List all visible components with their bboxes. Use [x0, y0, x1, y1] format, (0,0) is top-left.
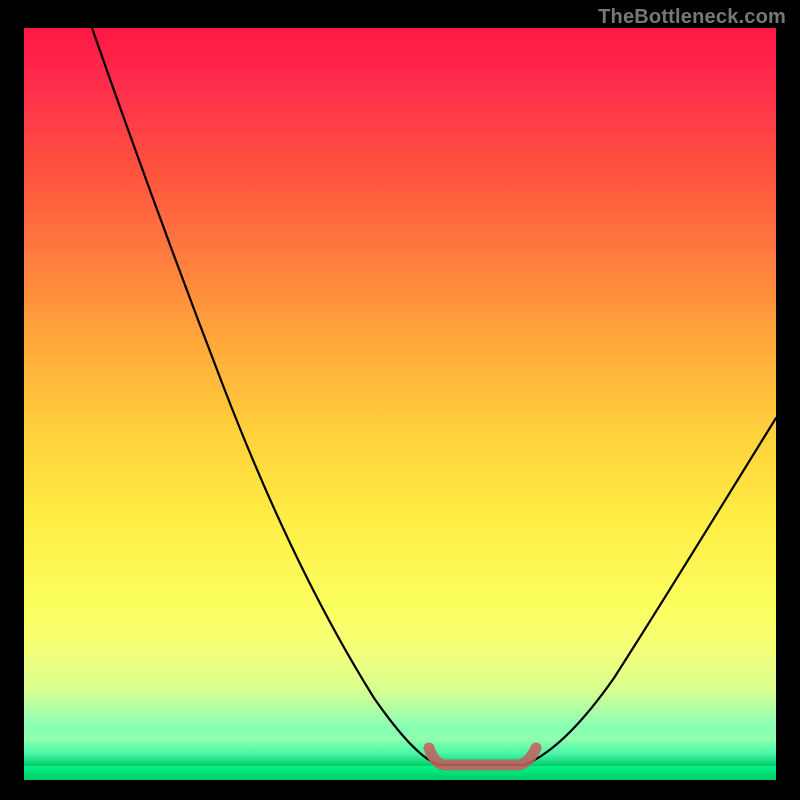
watermark-text: TheBottleneck.com [598, 6, 786, 29]
chart-frame: TheBottleneck.com [0, 0, 800, 800]
curve-layer [24, 28, 776, 780]
optimal-valley-marker [429, 748, 536, 765]
plot-area [24, 28, 776, 780]
bottleneck-curve [92, 28, 776, 765]
